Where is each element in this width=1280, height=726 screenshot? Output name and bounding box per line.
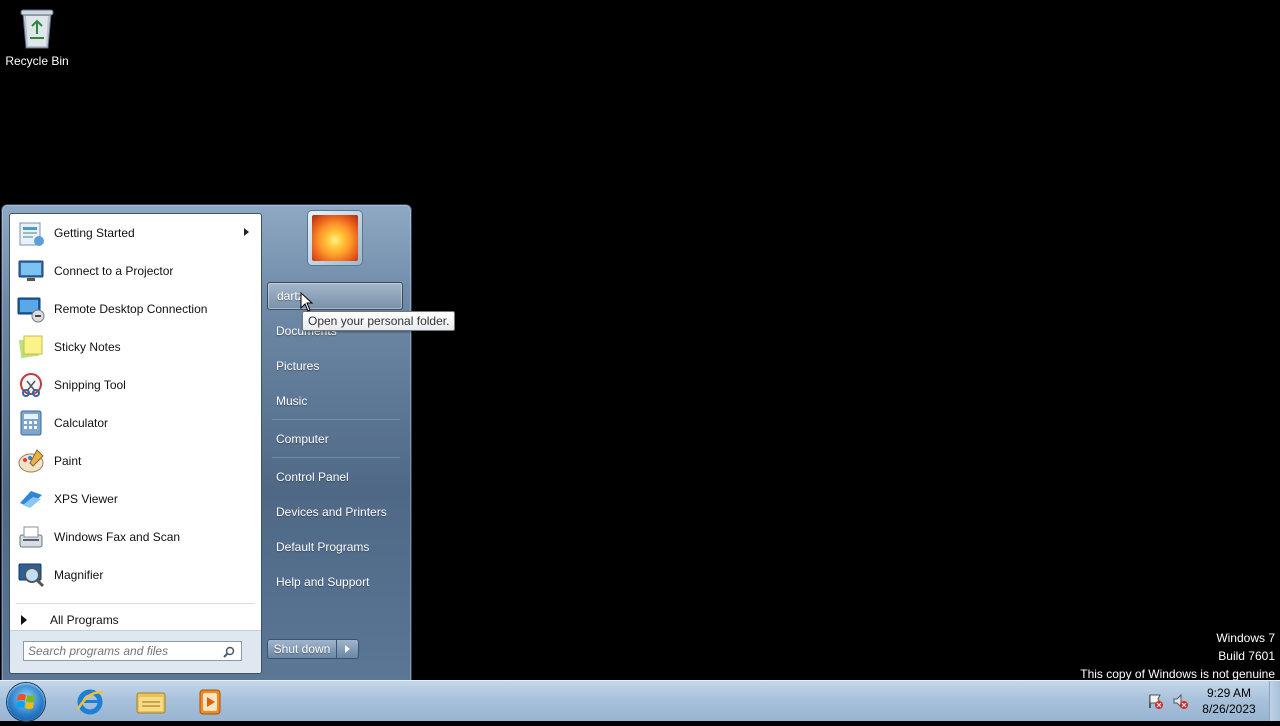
- magnifier-icon: [16, 560, 46, 590]
- watermark-line2: Build 7601: [1218, 649, 1275, 663]
- system-clock[interactable]: 9:29 AM 8/26/2023: [1194, 685, 1264, 717]
- program-paint[interactable]: Paint: [10, 442, 261, 480]
- program-sticky-notes[interactable]: Sticky Notes: [10, 328, 261, 366]
- program-connect-projector[interactable]: Connect to a Projector: [10, 252, 261, 290]
- remote-desktop-icon: [16, 294, 46, 324]
- action-center-flag-icon[interactable]: [1147, 693, 1163, 709]
- program-label: Windows Fax and Scan: [54, 530, 181, 544]
- internet-explorer-icon: [76, 689, 104, 715]
- program-snipping-tool[interactable]: Snipping Tool: [10, 366, 261, 404]
- music-label: Music: [276, 394, 308, 408]
- taskbar-internet-explorer[interactable]: [62, 684, 118, 720]
- sticky-notes-icon: [16, 332, 46, 362]
- recycle-bin-label: Recycle Bin: [5, 54, 69, 68]
- taskbar: 9:29 AM 8/26/2023: [0, 680, 1280, 721]
- program-label: Getting Started: [54, 226, 135, 240]
- right-item-devices-printers[interactable]: Devices and Printers: [267, 498, 403, 526]
- clock-time: 9:29 AM: [1206, 686, 1252, 700]
- program-fax-scan[interactable]: Windows Fax and Scan: [10, 518, 261, 556]
- windows-explorer-icon: [136, 692, 166, 714]
- shutdown-group: Shut down: [267, 639, 359, 661]
- all-programs-button[interactable]: All Programs: [10, 609, 261, 631]
- computer-label: Computer: [276, 432, 329, 446]
- right-item-pictures[interactable]: Pictures: [267, 352, 403, 380]
- mouse-cursor-icon: [300, 291, 314, 317]
- search-input[interactable]: [28, 644, 218, 658]
- start-menu-programs-pane: Getting Started Connect to a Projector R…: [9, 213, 262, 674]
- right-item-default-programs[interactable]: Default Programs: [267, 533, 403, 561]
- right-item-user-folder[interactable]: dartz: [267, 282, 403, 310]
- paint-icon: [16, 446, 46, 476]
- all-programs-arrow-icon: [21, 615, 27, 625]
- right-item-computer[interactable]: Computer: [267, 425, 403, 453]
- right-item-control-panel[interactable]: Control Panel: [267, 463, 403, 491]
- program-label: Magnifier: [54, 568, 104, 582]
- right-item-music[interactable]: Music: [267, 387, 403, 415]
- devices-printers-label: Devices and Printers: [276, 505, 387, 519]
- tooltip-text: Open your personal folder.: [308, 314, 450, 328]
- getting-started-icon: [16, 218, 46, 248]
- program-label: Sticky Notes: [54, 340, 121, 354]
- shutdown-button[interactable]: Shut down: [267, 639, 337, 659]
- help-support-label: Help and Support: [276, 575, 370, 589]
- user-picture-flower-icon: [312, 215, 358, 261]
- snipping-tool-icon: [16, 370, 46, 400]
- shutdown-options-arrow-icon[interactable]: [337, 639, 359, 659]
- personal-folder-tooltip: Open your personal folder.: [302, 311, 456, 331]
- programs-separator: [16, 603, 255, 604]
- projector-icon: [16, 256, 46, 286]
- right-item-help-support[interactable]: Help and Support: [267, 568, 403, 596]
- program-label: Paint: [54, 454, 82, 468]
- xps-viewer-icon: [16, 484, 46, 514]
- media-player-icon: [199, 689, 221, 715]
- search-icon[interactable]: [223, 645, 235, 663]
- watermark-line1: Windows 7: [1216, 631, 1275, 645]
- program-calculator[interactable]: Calculator: [10, 404, 261, 442]
- all-programs-label: All Programs: [50, 613, 119, 627]
- program-getting-started[interactable]: Getting Started: [10, 214, 261, 252]
- taskbar-windows-explorer[interactable]: [123, 684, 179, 720]
- pictures-label: Pictures: [276, 359, 320, 373]
- recycle-bin-icon: [17, 4, 57, 52]
- clock-date: 8/26/2023: [1202, 702, 1256, 716]
- program-label: Remote Desktop Connection: [54, 302, 208, 316]
- right-separator: [272, 419, 400, 420]
- right-separator: [272, 457, 400, 458]
- control-panel-label: Control Panel: [276, 470, 349, 484]
- fax-scan-icon: [16, 522, 46, 552]
- program-label: Calculator: [54, 416, 109, 430]
- windows-watermark: Windows 7 Build 7601 This copy of Window…: [1080, 629, 1275, 683]
- program-label: XPS Viewer: [54, 492, 118, 506]
- recycle-bin[interactable]: Recycle Bin: [2, 4, 72, 68]
- program-xps-viewer[interactable]: XPS Viewer: [10, 480, 261, 518]
- submenu-arrow-icon[interactable]: [244, 228, 249, 236]
- program-magnifier[interactable]: Magnifier: [10, 556, 261, 594]
- program-label: Connect to a Projector: [54, 264, 174, 278]
- start-button[interactable]: [7, 683, 45, 721]
- default-programs-label: Default Programs: [276, 540, 370, 554]
- search-box[interactable]: [23, 641, 242, 661]
- program-label: Snipping Tool: [54, 378, 126, 392]
- windows-logo-icon: [16, 694, 35, 709]
- program-remote-desktop[interactable]: Remote Desktop Connection: [10, 290, 261, 328]
- search-area: [10, 630, 261, 673]
- shutdown-label: Shut down: [273, 642, 331, 656]
- user-picture[interactable]: [308, 211, 362, 265]
- volume-muted-icon[interactable]: [1172, 693, 1188, 709]
- taskbar-media-player[interactable]: [182, 684, 238, 720]
- show-desktop-button[interactable]: [1269, 681, 1280, 721]
- calculator-icon: [16, 408, 46, 438]
